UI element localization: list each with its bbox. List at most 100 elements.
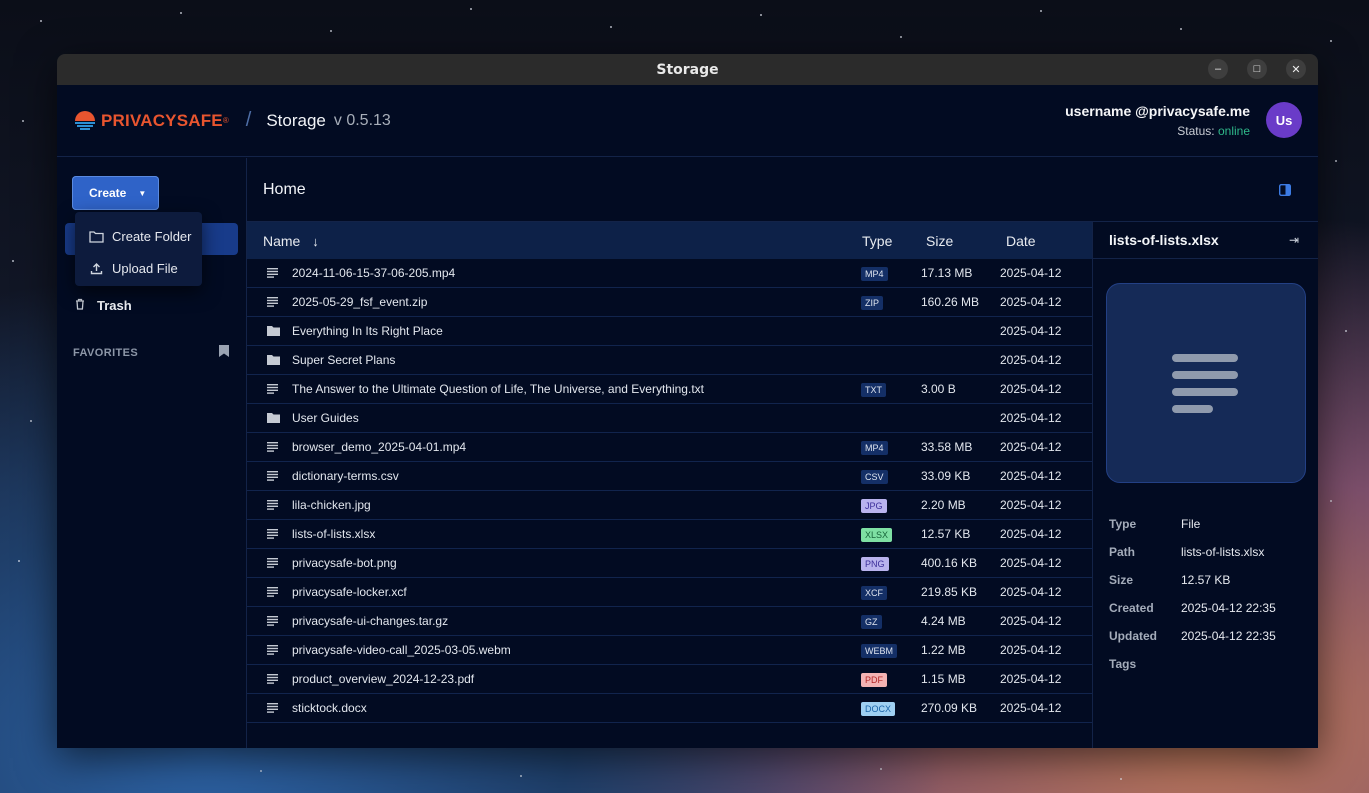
app-version: v 0.5.13 [333, 111, 391, 129]
table-row[interactable]: The Answer to the Ultimate Question of L… [247, 375, 1092, 404]
table-body: 2024-11-06-15-37-06-205.mp4 MP4 17.13 MB 20… [247, 259, 1092, 723]
caret-down-icon: ▼ [138, 188, 147, 198]
table-row[interactable]: lists-of-lists.xlsx XLSX 12.57 KB 2025-04-1… [247, 520, 1092, 549]
property-key: Updated [1109, 629, 1157, 643]
status-label: Status: [1177, 124, 1215, 138]
file-date: 2025-04-12 [1000, 295, 1062, 309]
upload-icon [88, 262, 104, 275]
file-name: The Answer to the Ultimate Question of L… [292, 382, 704, 396]
file-date: 2025-04-12 [1000, 672, 1062, 686]
app-name: Storage [266, 110, 326, 130]
breadcrumb-home[interactable]: Home [263, 181, 306, 199]
collapse-panel-icon[interactable]: ⇥ [1289, 233, 1299, 247]
file-date: 2025-04-12 [1000, 353, 1062, 367]
file-size: 17.13 MB [921, 266, 973, 280]
sidebar: Create ▼ Create Folder Upload File Trash… [57, 158, 247, 748]
table-row[interactable]: lila-chicken.jpg JPG 2.20 MB 2025-04-12 [247, 491, 1092, 520]
table-row[interactable]: 2024-11-06-15-37-06-205.mp4 MP4 17.13 MB 20… [247, 259, 1092, 288]
file-type-badge: TXT [861, 382, 886, 397]
file-type-badge: ZIP [861, 295, 884, 310]
details-panel-toggle-icon[interactable] [1278, 183, 1292, 199]
create-button[interactable]: Create ▼ [72, 176, 159, 210]
file-name: sticktock.docx [292, 701, 367, 715]
create-label: Create [89, 186, 127, 200]
file-type-cell: GZ [861, 614, 921, 629]
table-row[interactable]: privacysafe-locker.xcf XCF 219.85 KB 2025-0… [247, 578, 1092, 607]
property-row: Path lists-of-lists.xlsx [1109, 538, 1276, 566]
file-type-badge: GZ [861, 614, 882, 629]
file-type-cell: WEBM [861, 643, 921, 658]
file-type-badge: MP4 [861, 266, 888, 281]
file-icon [247, 440, 292, 455]
file-icon [247, 614, 292, 629]
title-bar[interactable]: Storage – □ ✕ [57, 54, 1318, 85]
sidebar-item-trash[interactable]: Trash [75, 298, 132, 313]
table-row[interactable]: 2025-05-29_fsf_event.zip ZIP 160.26 MB 2025… [247, 288, 1092, 317]
property-row: Updated 2025-04-12 22:35 [1109, 622, 1276, 650]
property-key: Path [1109, 545, 1136, 559]
property-row: Size 12.57 KB [1109, 566, 1276, 594]
property-row: Type File [1109, 510, 1276, 538]
table-row[interactable]: sticktock.docx DOCX 270.09 KB 2025-04-12 [247, 694, 1092, 723]
brand-logo[interactable]: PRIVACYSAFE ® [73, 109, 229, 133]
table-row[interactable]: Everything In Its Right Place 2025-04-12 [247, 317, 1092, 346]
file-type-badge: PDF [861, 672, 887, 687]
table-row[interactable]: Super Secret Plans 2025-04-12 [247, 346, 1092, 375]
file-date: 2025-04-12 [1000, 585, 1062, 599]
brand-registered-mark: ® [222, 116, 229, 125]
create-dropdown-menu: Create Folder Upload File [75, 212, 202, 286]
file-date: 2025-04-12 [1000, 266, 1062, 280]
property-value: 2025-04-12 22:35 [1181, 601, 1276, 615]
file-date: 2025-04-12 [1000, 527, 1062, 541]
file-name: Everything In Its Right Place [292, 324, 443, 338]
file-size: 160.26 MB [921, 295, 980, 309]
sort-arrow-down-icon: ↓ [312, 233, 319, 249]
close-icon: ✕ [1291, 63, 1301, 76]
minimize-button[interactable]: – [1208, 59, 1228, 79]
file-size: 12.57 KB [921, 527, 971, 541]
table-row[interactable]: privacysafe-ui-changes.tar.gz GZ 4.24 MB 20… [247, 607, 1092, 636]
favorites-section: FAVORITES [73, 344, 229, 362]
file-name: browser_demo_2025-04-01.mp4 [292, 440, 467, 454]
column-size[interactable]: Size [926, 233, 1006, 249]
file-name: dictionary-terms.csv [292, 469, 399, 483]
status-value: online [1217, 124, 1250, 138]
property-key: Size [1109, 573, 1134, 587]
file-size: 270.09 KB [921, 701, 978, 715]
table-row[interactable]: product_overview_2024-12-23.pdf PDF 1.15 M… [247, 665, 1092, 694]
file-icon [247, 701, 292, 716]
user-status: Status: online [1065, 124, 1250, 138]
file-type-cell: MP4 [861, 266, 921, 281]
file-date: 2025-04-12 [1000, 614, 1062, 628]
table-row[interactable]: privacysafe-video-call_2025-03-05.webm WE… [247, 636, 1092, 665]
file-name: User Guides [292, 411, 359, 425]
menu-item-create-folder[interactable]: Create Folder [75, 220, 202, 252]
file-icon [247, 295, 292, 310]
header-separator: / [245, 109, 252, 131]
avatar[interactable]: Us [1266, 102, 1302, 138]
column-name[interactable]: Name ↓ [247, 233, 862, 249]
menu-item-upload-file[interactable]: Upload File [75, 252, 202, 284]
file-properties: Type File Path lists-of-lists.xlsx Size 12.57… [1109, 510, 1276, 678]
bookmark-icon[interactable] [219, 344, 229, 362]
table-row[interactable]: User Guides 2025-04-12 [247, 404, 1092, 433]
file-preview [1106, 283, 1306, 483]
maximize-button[interactable]: □ [1247, 59, 1267, 79]
file-icon [247, 643, 292, 658]
table-row[interactable]: browser_demo_2025-04-01.mp4 MP4 33.58 MB 20… [247, 433, 1092, 462]
table-row[interactable]: dictionary-terms.csv CSV 33.09 KB 2025-04-1… [247, 462, 1092, 491]
table-header: Name ↓ Type Size Date [247, 222, 1092, 259]
file-name: privacysafe-locker.xcf [292, 585, 407, 599]
column-date[interactable]: Date [1006, 233, 1092, 249]
file-icon [247, 498, 292, 513]
property-key: Tags [1109, 657, 1137, 671]
file-type-badge: CSV [861, 469, 888, 484]
property-row: Created 2025-04-12 22:35 [1109, 594, 1276, 622]
file-table: Name ↓ Type Size Date 2024-11-06-15-37-0… [247, 222, 1092, 723]
user-info: username @privacysafe.me Status: online [1065, 103, 1250, 138]
column-type[interactable]: Type [862, 233, 926, 249]
table-row[interactable]: privacysafe-bot.png PNG 400.16 KB 2025-04-1… [247, 549, 1092, 578]
property-key: Type [1109, 517, 1137, 531]
close-button[interactable]: ✕ [1286, 59, 1306, 79]
file-name: 2024-11-06-15-37-06-205.mp4 [292, 266, 456, 280]
